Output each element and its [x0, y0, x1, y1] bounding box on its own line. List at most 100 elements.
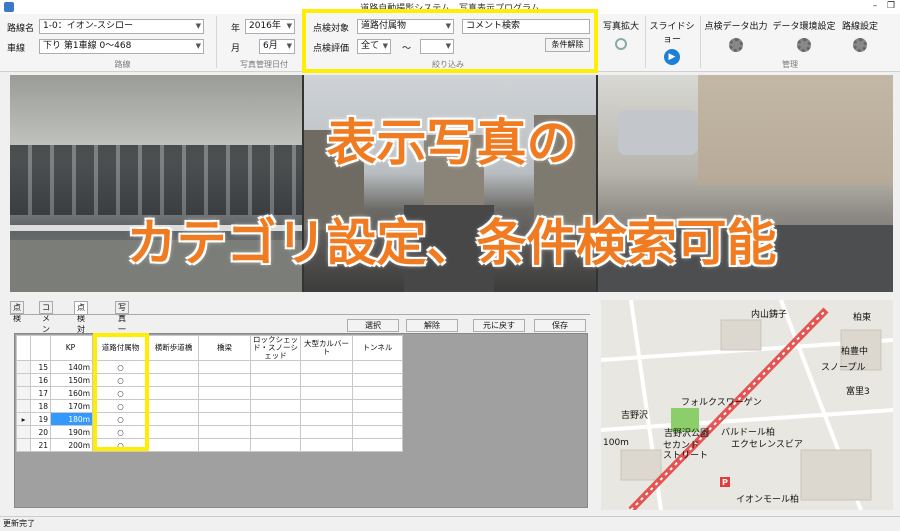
target-select[interactable]: 道路付属物 ▼: [357, 19, 454, 34]
grid-cell[interactable]: [300, 438, 353, 452]
env-settings-button[interactable]: データ環境設定: [772, 19, 836, 52]
tab-photo-list[interactable]: 写真一覧: [115, 301, 129, 345]
kp-cell[interactable]: 150m: [50, 373, 93, 387]
header-pedestrian-bridge[interactable]: 横断歩道橋: [148, 335, 199, 361]
kp-cell[interactable]: 160m: [50, 386, 93, 400]
lane-select[interactable]: 下り 第1車線 0～468 ▼: [39, 39, 204, 54]
month-label: 月: [231, 44, 241, 54]
table-row[interactable]: 20 190m ○: [16, 425, 403, 439]
row-header[interactable]: [16, 425, 31, 439]
restore-button[interactable]: 元に戻す: [473, 319, 525, 332]
minimize-button[interactable]: –: [868, 0, 882, 13]
grid-cell[interactable]: [300, 360, 353, 374]
year-select[interactable]: 2016年 ▼: [245, 19, 295, 34]
row-header[interactable]: [16, 438, 31, 452]
grid-cell[interactable]: [198, 373, 251, 387]
slideshow-button[interactable]: スライドショー ▶: [648, 19, 696, 65]
map-label: 富里3: [846, 387, 870, 397]
grid-cell[interactable]: [352, 360, 403, 374]
header-bridge[interactable]: 橋梁: [198, 335, 251, 361]
map-label: 柏東: [853, 313, 872, 323]
tab-inspection-target[interactable]: 点検対象: [74, 301, 88, 345]
grid-cell[interactable]: [250, 412, 301, 426]
grid-cell[interactable]: [352, 412, 403, 426]
table-row[interactable]: 15 140m ○: [16, 360, 403, 374]
kp-cell-selected[interactable]: 180m: [50, 412, 93, 426]
eval-from-select[interactable]: 全て ▼: [357, 39, 391, 54]
table-row[interactable]: 17 160m ○: [16, 386, 403, 400]
grid-cell[interactable]: [352, 438, 403, 452]
row-header[interactable]: [16, 360, 31, 374]
kp-cell[interactable]: 140m: [50, 360, 93, 374]
current-row-indicator[interactable]: ▸: [16, 412, 31, 426]
grid-cell[interactable]: [250, 373, 301, 387]
grid-cell[interactable]: [300, 425, 353, 439]
grid-cell[interactable]: [250, 386, 301, 400]
grid-cell[interactable]: [148, 360, 199, 374]
header-tunnel[interactable]: トンネル: [352, 335, 403, 361]
header-large-culvert[interactable]: 大型カルバート: [300, 335, 353, 361]
table-row-current[interactable]: ▸ 19 180m ○: [16, 412, 403, 426]
overlay-line-1: 表示写真の: [326, 114, 577, 172]
save-button[interactable]: 保存: [534, 319, 586, 332]
parking-icon: P: [722, 478, 728, 487]
chevron-down-icon: ▼: [195, 22, 201, 30]
row-number: 21: [30, 438, 51, 452]
grid-cell[interactable]: [300, 386, 353, 400]
route-settings-button[interactable]: 路線設定: [838, 19, 882, 52]
grid-cell[interactable]: [250, 360, 301, 374]
eval-to-select[interactable]: ▼: [420, 39, 454, 54]
grid-cell[interactable]: [250, 438, 301, 452]
comment-search-input[interactable]: コメント検索: [462, 19, 590, 34]
restore-button[interactable]: ❐: [884, 0, 898, 13]
kp-cell[interactable]: 200m: [50, 438, 93, 452]
grid-cell[interactable]: [198, 438, 251, 452]
route-select[interactable]: 1-0：イオン-スシロー ▼: [39, 19, 204, 34]
clear-filter-button[interactable]: 条件解除: [545, 38, 590, 52]
row-number: 16: [30, 373, 51, 387]
grid-cell[interactable]: [352, 386, 403, 400]
kp-cell[interactable]: 190m: [50, 425, 93, 439]
grid-cell[interactable]: [352, 373, 403, 387]
grid-cell[interactable]: [148, 412, 199, 426]
grid-cell[interactable]: [148, 386, 199, 400]
grid-cell[interactable]: [300, 412, 353, 426]
grid-cell[interactable]: [148, 438, 199, 452]
grid-cell[interactable]: [198, 425, 251, 439]
header-rock-shed[interactable]: ロックシェッド・スノーシェッド: [250, 335, 301, 361]
row-header[interactable]: [16, 386, 31, 400]
row-header[interactable]: [16, 373, 31, 387]
month-select[interactable]: 6月 ▼: [259, 39, 295, 54]
tab-comment[interactable]: コメント: [39, 301, 53, 345]
photo-enlarge-button[interactable]: 写真拡大: [600, 19, 642, 50]
table-row[interactable]: 18 170m ○: [16, 399, 403, 413]
grid-cell[interactable]: [148, 425, 199, 439]
export-button[interactable]: 点検データ出力: [704, 19, 768, 52]
grid-cell[interactable]: [198, 399, 251, 413]
divider: [700, 16, 701, 68]
select-button[interactable]: 選択: [347, 319, 399, 332]
grid-cell[interactable]: [250, 399, 301, 413]
chevron-down-icon: ▼: [195, 42, 201, 50]
grid-cell[interactable]: [198, 412, 251, 426]
map-panel[interactable]: 内山鋳子 柏東 柏豊中 スノープル 富里3 フォルクスワーゲン 吉野沢 吉野沢公…: [601, 300, 893, 510]
header-kp[interactable]: KP: [50, 335, 93, 361]
row-number: 15: [30, 360, 51, 374]
grid-cell[interactable]: [300, 373, 353, 387]
grid-cell[interactable]: [352, 399, 403, 413]
release-button[interactable]: 解除: [406, 319, 458, 332]
grid-cell[interactable]: [198, 360, 251, 374]
grid-cell[interactable]: [250, 425, 301, 439]
map-scale: 100m: [603, 438, 629, 448]
table-row[interactable]: 21 200m ○: [16, 438, 403, 452]
tab-inspection[interactable]: 点検: [10, 301, 24, 323]
kp-cell[interactable]: 170m: [50, 399, 93, 413]
grid-cell[interactable]: [352, 425, 403, 439]
grid-cell[interactable]: [148, 373, 199, 387]
grid-cell[interactable]: [300, 399, 353, 413]
row-header[interactable]: [16, 399, 31, 413]
table-row[interactable]: 16 150m ○: [16, 373, 403, 387]
grid-cell[interactable]: [148, 399, 199, 413]
grid-cell[interactable]: [198, 386, 251, 400]
year-label: 年: [231, 24, 241, 34]
